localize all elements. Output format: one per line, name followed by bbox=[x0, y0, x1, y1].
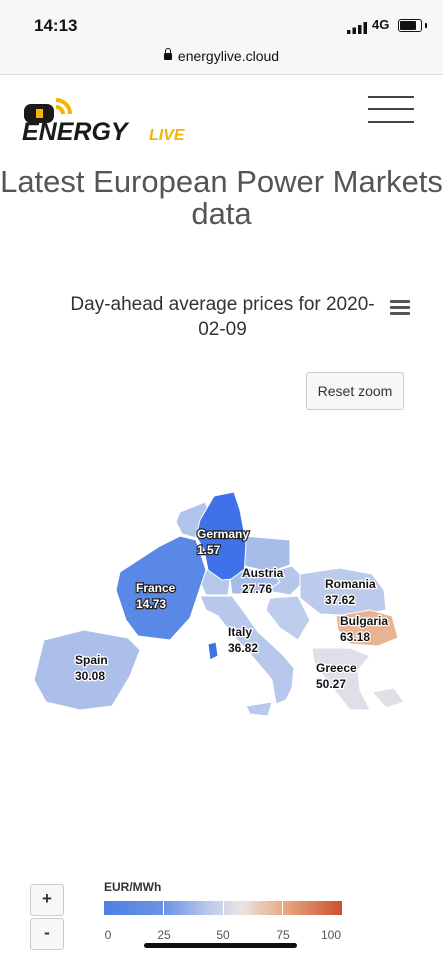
address-bar[interactable]: energylive.cloud bbox=[0, 44, 443, 75]
label-germany-value: 1.57 bbox=[197, 543, 221, 557]
chart-menu-icon[interactable] bbox=[390, 300, 410, 316]
home-indicator[interactable] bbox=[144, 943, 297, 948]
reset-zoom-button[interactable]: Reset zoom bbox=[306, 372, 404, 410]
legend-tick-label: 75 bbox=[276, 928, 290, 942]
zoom-out-button[interactable]: - bbox=[30, 918, 64, 950]
label-greece-name: Greece bbox=[316, 661, 357, 675]
legend-tick bbox=[282, 901, 283, 915]
region-balkans[interactable] bbox=[265, 595, 311, 641]
legend-tick-label: 50 bbox=[216, 928, 230, 942]
label-austria-value: 27.76 bbox=[242, 582, 272, 596]
page-title: Latest European Power Markets data bbox=[0, 164, 443, 231]
label-greece-value: 50.27 bbox=[316, 677, 346, 691]
plug-light bbox=[36, 109, 43, 118]
region-romania[interactable] bbox=[299, 567, 387, 617]
network-type: 4G bbox=[372, 17, 390, 32]
label-spain-value: 30.08 bbox=[75, 669, 105, 683]
battery-icon bbox=[398, 19, 422, 32]
legend-tick bbox=[223, 901, 224, 915]
hamburger-menu-button[interactable] bbox=[368, 94, 416, 126]
chart-title: Day-ahead average prices for 2020-02-09 bbox=[70, 294, 375, 340]
label-italy-value: 36.82 bbox=[228, 641, 258, 655]
logo-suffix: LIVE bbox=[149, 127, 186, 144]
legend-unit: EUR/MWh bbox=[104, 880, 162, 894]
label-germany-name: Germany bbox=[197, 527, 249, 541]
energylive-logo[interactable]: ENERGY LIVE bbox=[16, 88, 216, 148]
logo-text: ENERGY bbox=[22, 118, 130, 146]
label-romania-name: Romania bbox=[325, 577, 376, 591]
url-text: energylive.cloud bbox=[177, 48, 280, 64]
region-sardinia[interactable] bbox=[207, 641, 219, 661]
region-sicily[interactable] bbox=[245, 701, 273, 717]
label-bulgaria-value: 63.18 bbox=[340, 630, 370, 644]
label-italy-name: Italy bbox=[228, 625, 252, 639]
label-spain-name: Spain bbox=[75, 653, 108, 667]
region-greek-islands[interactable] bbox=[371, 687, 405, 709]
europe-price-map[interactable]: Germany 1.57 France 14.73 Austria 27.76 … bbox=[0, 470, 443, 740]
signal-icon bbox=[347, 22, 367, 34]
label-bulgaria-name: Bulgaria bbox=[340, 614, 388, 628]
battery-tip bbox=[425, 23, 427, 28]
label-romania-value: 37.62 bbox=[325, 593, 355, 607]
lock-icon bbox=[163, 47, 172, 60]
label-austria-name: Austria bbox=[242, 566, 284, 580]
legend-tick bbox=[163, 901, 164, 915]
legend-tick-label: 100 bbox=[320, 928, 342, 942]
label-france-name: France bbox=[136, 581, 176, 595]
status-time: 14:13 bbox=[34, 16, 78, 35]
legend-tick-label: 0 bbox=[104, 928, 112, 942]
label-france-value: 14.73 bbox=[136, 597, 166, 611]
zoom-in-button[interactable]: + bbox=[30, 884, 64, 916]
signal-arc-inner bbox=[55, 105, 65, 115]
url-display[interactable]: energylive.cloud bbox=[0, 47, 443, 64]
status-bar: 14:13 4G bbox=[0, 0, 443, 44]
legend-tick-label: 25 bbox=[157, 928, 171, 942]
